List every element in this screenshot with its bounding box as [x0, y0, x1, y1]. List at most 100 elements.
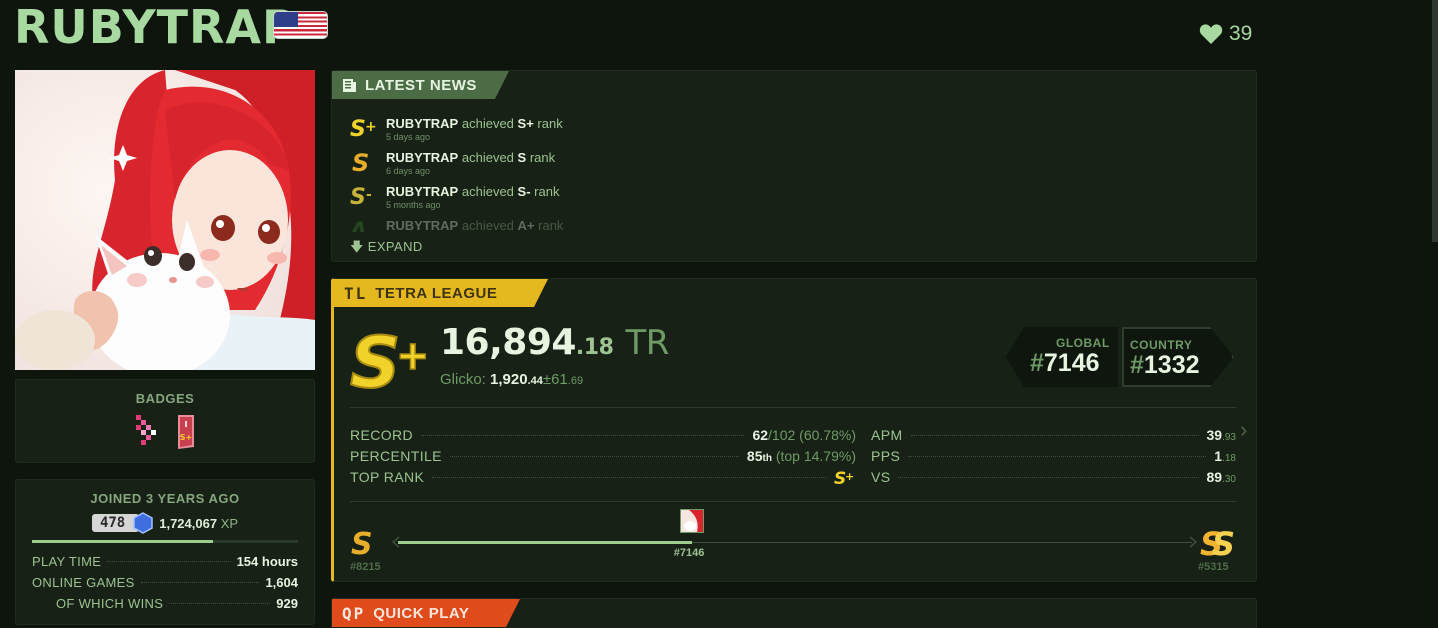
news-rank: S	[517, 150, 527, 165]
vs-dec: .30	[1222, 474, 1236, 485]
newspaper-icon	[342, 78, 357, 93]
glicko-pm-dec: .69	[567, 375, 584, 387]
next-rank-position: #5315	[1198, 561, 1229, 573]
news-item[interactable]: S RUBYTRAP achieved S rank 6 days ago	[350, 150, 555, 177]
xp-unit: XP	[220, 515, 239, 531]
apm-row: APM 39.93	[871, 425, 1236, 445]
news-time: 6 days ago	[386, 166, 431, 176]
country-rank-value: #1332	[1130, 351, 1200, 380]
news-item[interactable]: S + RUBYTRAP achieved S+ rank 5 days ago	[350, 116, 563, 143]
svg-text:S: S	[352, 150, 369, 174]
news-suffix: rank	[537, 116, 563, 131]
s-minus-rank-icon: S-	[350, 185, 372, 208]
pps-int: 1	[1214, 448, 1223, 464]
tetra-league-panel: TL TETRA LEAGUE S + 16,894.18 TR Glicko:…	[331, 278, 1257, 582]
tetra-league-title: TETRA LEAGUE	[375, 284, 498, 302]
prev-rank-position: #8215	[350, 561, 381, 573]
svg-text:S: S	[350, 117, 366, 140]
news-rank: A+	[517, 218, 535, 232]
rank-progress-fill	[398, 541, 692, 544]
news-user: RUBYTRAP	[386, 116, 459, 131]
tr-unit: TR	[625, 323, 669, 363]
xp-value: 1,724,067	[159, 515, 218, 531]
quick-play-tab[interactable]: QP QUICK PLAY	[332, 599, 520, 627]
percentile-label: PERCENTILE	[350, 448, 442, 464]
badges-title: BADGES	[135, 391, 195, 406]
ss-rank-icon: SS	[1200, 525, 1235, 559]
latest-news-tab: LATEST NEWS	[332, 71, 509, 99]
apm-dec: .93	[1222, 432, 1236, 443]
avatar	[15, 70, 315, 370]
page-scrollbar[interactable]	[1432, 0, 1438, 242]
quick-play-panel: QP QUICK PLAY	[331, 598, 1257, 628]
likes-counter[interactable]: 39	[1199, 22, 1252, 46]
news-verb: achieved	[461, 184, 514, 199]
pps-dec: .18	[1222, 453, 1236, 464]
s-plus-rank-icon: S+	[834, 469, 854, 486]
stat-label: PLAY TIME	[32, 554, 102, 569]
record-wins: 62	[752, 427, 769, 443]
username-title: RUBYTRAP	[14, 0, 297, 54]
pps-row: PPS 1.18	[871, 446, 1236, 466]
glicko-dec: .44	[527, 375, 543, 387]
player-avatar-icon	[680, 510, 703, 532]
chevron-right-icon[interactable]: ›	[1240, 417, 1247, 443]
latest-news-title: LATEST NEWS	[365, 76, 477, 94]
vs-int: 89	[1206, 469, 1223, 485]
country-rank-box[interactable]: COUNTRY #1332	[1122, 327, 1234, 387]
news-item[interactable]: S- RUBYTRAP achieved S- rank 5 months ago	[350, 184, 559, 211]
svg-text:S: S	[350, 185, 366, 208]
news-item[interactable]: A RUBYTRAP achieved A+ rank	[350, 218, 563, 232]
joined-date: JOINED 3 YEARS AGO	[90, 491, 240, 506]
s-rank-icon: S	[352, 150, 369, 174]
stat-value: 929	[276, 596, 298, 611]
svg-text:+: +	[845, 470, 854, 483]
svg-text:I: I	[185, 420, 188, 429]
tr-value: 16,894.18 TR	[440, 322, 669, 363]
news-user: RUBYTRAP	[386, 218, 459, 232]
global-rank-value: #7146	[1030, 349, 1100, 378]
player-position-marker[interactable]	[679, 509, 704, 533]
stat-online-games: ONLINE GAMES 1,604	[32, 572, 298, 593]
pps-label: PPS	[871, 448, 901, 464]
news-suffix: rank	[534, 184, 560, 199]
global-rank-box[interactable]: GLOBAL #7146	[1006, 327, 1118, 387]
stat-label: ONLINE GAMES	[32, 575, 135, 590]
expand-news-button[interactable]: 🡇 EXPAND	[350, 238, 423, 260]
level-badge: 478	[91, 514, 140, 532]
country-rank-number: 1332	[1143, 351, 1200, 379]
heart-icon	[1199, 24, 1223, 44]
stat-value: 154 hours	[236, 554, 298, 569]
apm-label: APM	[871, 427, 903, 443]
svg-text:S: S	[1212, 525, 1235, 559]
glicko-pm: ±61	[542, 371, 568, 388]
level-progress-bar	[32, 540, 298, 543]
svg-text:+: +	[365, 119, 377, 135]
glicko-label: Glicko:	[440, 371, 486, 388]
news-user: RUBYTRAP	[386, 184, 459, 199]
latest-news-panel: LATEST NEWS S + RUBYTRAP achieved S+ rank…	[331, 70, 1257, 262]
a-plus-rank-icon: A	[350, 219, 367, 232]
s-rank-icon: S	[351, 527, 373, 558]
tr-int: 16,894	[440, 322, 576, 363]
s-plus-rank-large-icon: S +	[350, 323, 430, 393]
left-arrow-icon	[392, 536, 400, 548]
tetra-league-badge-icon[interactable]: I S+	[174, 413, 196, 451]
top-rank-row: TOP RANK S +	[350, 467, 856, 487]
stat-value: 1,604	[265, 575, 298, 590]
expand-label: EXPAND	[367, 239, 423, 254]
news-verb: achieved	[461, 116, 514, 131]
stat-wins: OF WHICH WINS 929	[32, 593, 298, 614]
global-rank-label: GLOBAL	[1056, 336, 1110, 350]
svg-text:+: +	[396, 333, 430, 379]
arrow-badge-icon[interactable]	[134, 413, 162, 449]
stat-play-time: PLAY TIME 154 hours	[32, 551, 298, 572]
news-rank: S-	[517, 184, 531, 199]
svg-text:S: S	[350, 323, 400, 393]
svg-text:-: -	[366, 187, 372, 203]
svg-text:A: A	[350, 219, 367, 232]
svg-text:S: S	[351, 527, 373, 558]
xp-amount: 1,724,067 XP	[159, 516, 238, 531]
quick-play-logo-icon: QP	[342, 603, 366, 623]
vs-row: VS 89.30	[871, 467, 1236, 487]
